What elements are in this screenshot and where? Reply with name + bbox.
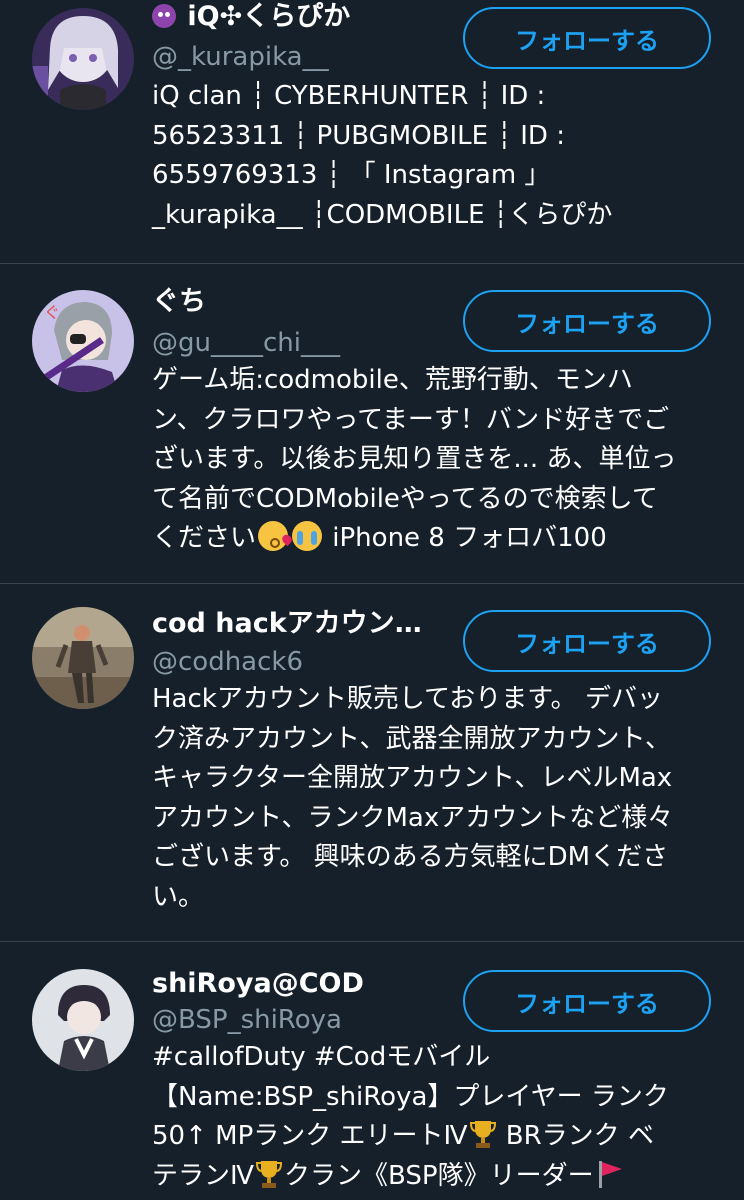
user-list: iQ✣くらぴか @_kurapika__ フォローする iQ clan ┆ CY… bbox=[0, 0, 744, 1200]
follow-button[interactable]: フォローする bbox=[463, 7, 711, 69]
user-cell[interactable]: iQ✣くらぴか @_kurapika__ フォローする iQ clan ┆ CY… bbox=[0, 0, 744, 264]
avatar[interactable]: ぐ bbox=[32, 290, 134, 392]
display-name: ぐち bbox=[152, 286, 206, 317]
user-bio: iQ clan ┆ CYBERHUNTER ┆ ID : 56523311 ┆ … bbox=[152, 81, 613, 230]
user-bio: Hackアカウント販売しております。 デバッ ク済みアカウント、武器全開放アカウ… bbox=[152, 684, 674, 912]
display-name: cod hackアカウント… bbox=[152, 608, 447, 639]
user-bio: ゲーム垢:codmobile、荒野行動、モンハ ン、クラロワやってまーす！バンド… bbox=[152, 365, 677, 553]
avatar[interactable] bbox=[32, 607, 134, 709]
crying-face-icon bbox=[292, 521, 323, 551]
bio-text: クラン《BSP隊》リーダー bbox=[284, 1160, 594, 1191]
bio-text: テランⅣ bbox=[152, 1160, 254, 1191]
kissing-face-icon bbox=[258, 521, 289, 551]
follow-button[interactable]: フォローする bbox=[463, 290, 711, 352]
bio-text: BRランク ベ bbox=[497, 1121, 654, 1151]
display-name: iQ✣くらぴか bbox=[152, 1, 350, 33]
avatar[interactable] bbox=[32, 969, 134, 1071]
follow-button[interactable]: フォローする bbox=[463, 970, 711, 1032]
bio-text: iPhone 8 フォロバ100 bbox=[324, 523, 607, 553]
user-cell[interactable]: shiRoya@COD @BSP_shiRoya フォローする #callofD… bbox=[0, 942, 744, 1200]
trophy-icon bbox=[256, 1160, 282, 1188]
triangular-flag-icon bbox=[598, 1160, 622, 1188]
bio-text: 50↑ MPランク エリートⅣ bbox=[152, 1121, 468, 1151]
avatar[interactable] bbox=[32, 8, 134, 110]
smiling-imp-icon bbox=[152, 4, 176, 28]
follow-button[interactable]: フォローする bbox=[463, 610, 711, 672]
user-handle: @_kurapika__ bbox=[152, 42, 329, 72]
user-cell[interactable]: ぐ ぐち @gu____chi___ フォローする ゲーム垢:codmobile… bbox=[0, 264, 744, 584]
display-name: shiRoya@COD bbox=[152, 968, 364, 999]
bio-text: ください bbox=[152, 523, 257, 553]
svg-text:ぐ: ぐ bbox=[44, 303, 60, 322]
user-bio: #callofDuty #Codモバイル 【Name:BSP_shiRoya】プ… bbox=[152, 1042, 669, 1191]
user-handle: @gu____chi___ bbox=[152, 328, 340, 358]
user-cell[interactable]: cod hackアカウント… @codhack6 フォローする Hackアカウン… bbox=[0, 584, 744, 942]
user-handle: @BSP_shiRoya bbox=[152, 1005, 342, 1035]
trophy-icon bbox=[469, 1121, 496, 1148]
user-handle: @codhack6 bbox=[152, 647, 304, 677]
